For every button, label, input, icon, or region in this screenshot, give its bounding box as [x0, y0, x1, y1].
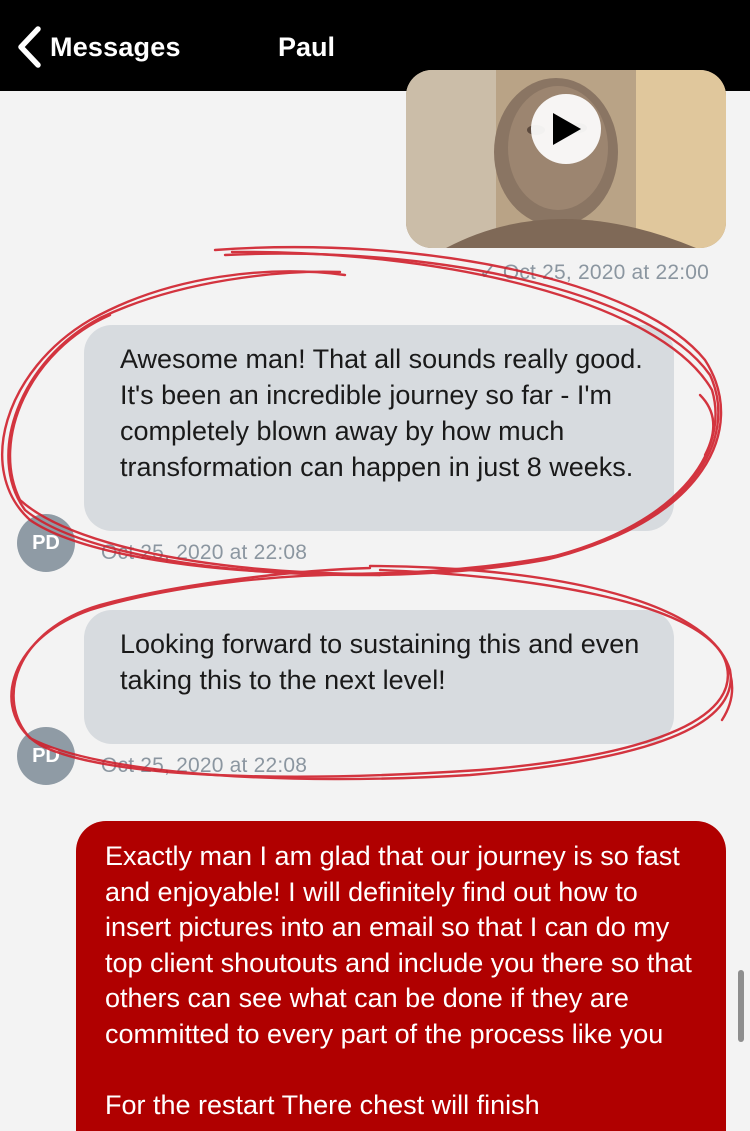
chat-screen: Messages Paul ✓ Oct 25, 2020 at 22:00 Aw…: [0, 0, 750, 1131]
message-timestamp: Oct 25, 2020 at 22:08: [101, 541, 308, 564]
back-button-label: Messages: [50, 31, 181, 62]
chevron-left-icon: [18, 26, 41, 68]
scrollbar[interactable]: [738, 970, 744, 1042]
contact-name[interactable]: Paul: [278, 32, 340, 63]
play-icon: [553, 113, 581, 145]
message-timestamp: Oct 25, 2020 at 22:08: [101, 754, 308, 777]
avatar[interactable]: PD: [17, 727, 75, 785]
play-button[interactable]: [531, 94, 601, 164]
back-button[interactable]: Messages: [14, 24, 181, 70]
avatar[interactable]: PD: [17, 514, 75, 572]
video-message-thumbnail[interactable]: [406, 70, 726, 248]
message-timestamp: ✓ Oct 25, 2020 at 22:00: [478, 261, 709, 284]
incoming-message-bubble[interactable]: Looking forward to sustaining this and e…: [84, 610, 674, 744]
incoming-message-bubble[interactable]: Awesome man! That all sounds really good…: [84, 325, 674, 531]
outgoing-message-bubble[interactable]: Exactly man I am glad that our journey i…: [76, 821, 726, 1131]
